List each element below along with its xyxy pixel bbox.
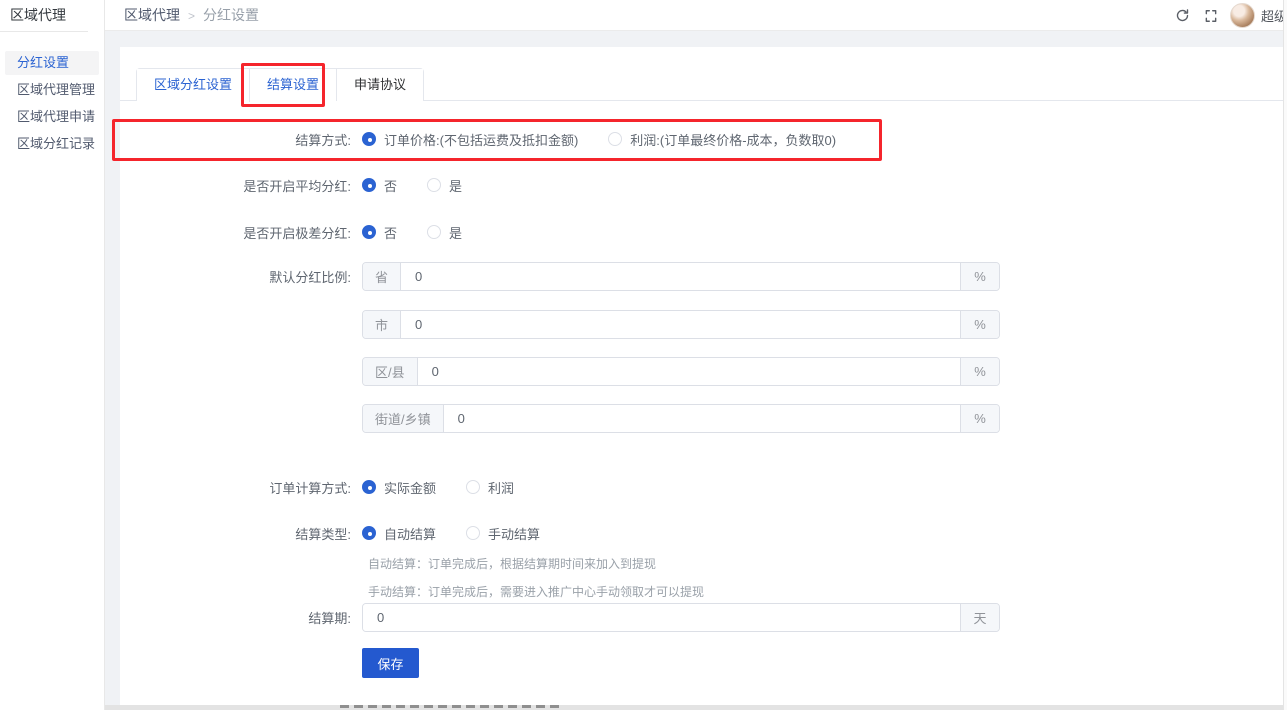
content-card: 区域分红设置 结算设置 申请协议 结算方式: 订单价格:(不包括运费及抵扣金额)… — [120, 47, 1287, 710]
day-suffix: 天 — [960, 604, 999, 631]
form-label: 结算期: — [120, 608, 362, 627]
sidebar-item-dividend-settings[interactable]: 分红设置 — [5, 51, 99, 75]
topbar-actions: 超级 — [1174, 0, 1287, 31]
page: 区域代理 分红设置 区域代理管理 区域代理申请 区域分红记录 区域代理 > 分红设置 — [0, 0, 1287, 710]
form-label: 订单计算方式: — [120, 478, 362, 497]
sidebar-item-agent-application[interactable]: 区域代理申请 — [5, 105, 99, 129]
radio-manual-settlement[interactable]: 手动结算 — [466, 524, 540, 543]
radio-auto-settlement[interactable]: 自动结算 — [362, 524, 436, 543]
input-group-province: 省 % — [362, 262, 1000, 291]
input-group-period: 天 — [362, 603, 1000, 632]
radio-icon[interactable] — [427, 225, 441, 239]
radio-label: 否 — [384, 223, 397, 242]
radio-icon[interactable] — [362, 178, 376, 192]
save-button[interactable]: 保存 — [362, 648, 419, 678]
form-label: 默认分红比例: — [120, 267, 362, 286]
helper-manual-settlement: 手动结算：订单完成后，需要进入推广中心手动领取才可以提现 — [368, 583, 704, 600]
tab-application-agreement[interactable]: 申请协议 — [336, 69, 423, 101]
input-prefix: 省 — [363, 263, 401, 290]
clipped-text-marks — [340, 705, 562, 708]
refresh-icon[interactable] — [1174, 7, 1192, 25]
radio-label: 利润:(订单最终价格-成本，负数取0) — [630, 130, 836, 149]
radio-icon[interactable] — [466, 480, 480, 494]
tab-settlement-settings[interactable]: 结算设置 — [249, 69, 336, 102]
settlement-period-input[interactable] — [363, 604, 960, 631]
form-label: 是否开启平均分红: — [120, 176, 362, 195]
radio-icon[interactable] — [362, 526, 376, 540]
form-row-settlement-type: 结算类型: 自动结算 手动结算 — [120, 519, 570, 547]
radio-label: 否 — [384, 176, 397, 195]
sidebar-item-agent-management[interactable]: 区域代理管理 — [5, 78, 99, 102]
sidebar-title: 区域代理 — [0, 0, 104, 31]
radio-icon[interactable] — [466, 526, 480, 540]
form-label: 结算方式: — [120, 130, 362, 149]
sidebar-menu: 分红设置 区域代理管理 区域代理申请 区域分红记录 — [0, 51, 104, 156]
breadcrumb: 区域代理 > 分红设置 — [124, 0, 259, 31]
input-group-street: 街道/乡镇 % — [362, 404, 1000, 433]
radio-label: 利润 — [488, 478, 514, 497]
percent-suffix: % — [960, 311, 999, 338]
radio-icon[interactable] — [608, 132, 622, 146]
district-ratio-input[interactable] — [418, 358, 960, 385]
percent-suffix: % — [960, 263, 999, 290]
form-row-ratio-district: 区/县 % — [120, 357, 1000, 386]
input-prefix: 市 — [363, 311, 401, 338]
clipped-footer-text — [105, 705, 1287, 710]
city-ratio-input[interactable] — [401, 311, 960, 338]
form-row-order-calc: 订单计算方式: 实际金额 利润 — [120, 473, 544, 501]
form-row-ratio-street: 街道/乡镇 % — [120, 404, 1000, 433]
percent-suffix: % — [960, 405, 999, 432]
breadcrumb-separator: > — [188, 9, 195, 23]
radio-icon[interactable] — [362, 480, 376, 494]
fullscreen-icon[interactable] — [1202, 7, 1220, 25]
input-prefix: 区/县 — [363, 358, 418, 385]
breadcrumb-parent[interactable]: 区域代理 — [124, 7, 180, 23]
vertical-scrollbar[interactable] — [1283, 0, 1287, 710]
radio-profit[interactable]: 利润:(订单最终价格-成本，负数取0) — [608, 130, 836, 149]
helper-auto-settlement: 自动结算：订单完成后，根据结算期时间来加入到提现 — [368, 555, 656, 572]
tab-bar: 区域分红设置 结算设置 申请协议 — [136, 68, 424, 101]
province-ratio-input[interactable] — [401, 263, 960, 290]
form-row-settlement-period: 结算期: 天 — [120, 603, 1000, 632]
input-group-city: 市 % — [362, 310, 1000, 339]
street-ratio-input[interactable] — [444, 405, 960, 432]
form-row-settlement-method: 结算方式: 订单价格:(不包括运费及抵扣金额) 利润:(订单最终价格-成本，负数… — [120, 125, 866, 153]
input-group-district: 区/县 % — [362, 357, 1000, 386]
radio-avg-yes[interactable]: 是 — [427, 176, 462, 195]
sidebar: 区域代理 分红设置 区域代理管理 区域代理申请 区域分红记录 — [0, 0, 105, 710]
radio-icon[interactable] — [427, 178, 441, 192]
form-label: 是否开启极差分红: — [120, 223, 362, 242]
percent-suffix: % — [960, 358, 999, 385]
form-row-range-dividend: 是否开启极差分红: 否 是 — [120, 218, 492, 246]
radio-label: 自动结算 — [384, 524, 436, 543]
topbar: 区域代理 > 分红设置 超级 — [105, 0, 1287, 31]
radio-label: 订单价格:(不包括运费及抵扣金额) — [384, 130, 578, 149]
form-row-ratio-province: 默认分红比例: 省 % — [120, 262, 1000, 291]
radio-range-no[interactable]: 否 — [362, 223, 397, 242]
radio-range-yes[interactable]: 是 — [427, 223, 462, 242]
divider — [0, 31, 88, 32]
radio-label: 是 — [449, 223, 462, 242]
form-row-avg-dividend: 是否开启平均分红: 否 是 — [120, 171, 492, 199]
radio-order-price[interactable]: 订单价格:(不包括运费及抵扣金额) — [362, 130, 578, 149]
radio-label: 手动结算 — [488, 524, 540, 543]
radio-label: 是 — [449, 176, 462, 195]
radio-icon[interactable] — [362, 132, 376, 146]
input-prefix: 街道/乡镇 — [363, 405, 444, 432]
user-avatar[interactable] — [1230, 3, 1255, 28]
radio-icon[interactable] — [362, 225, 376, 239]
form-label: 结算类型: — [120, 524, 362, 543]
radio-label: 实际金额 — [384, 478, 436, 497]
radio-order-profit[interactable]: 利润 — [466, 478, 514, 497]
sidebar-item-dividend-records[interactable]: 区域分红记录 — [5, 132, 99, 156]
radio-avg-no[interactable]: 否 — [362, 176, 397, 195]
tab-region-dividend-settings[interactable]: 区域分红设置 — [137, 69, 249, 101]
radio-actual-amount[interactable]: 实际金额 — [362, 478, 436, 497]
form-row-ratio-city: 市 % — [120, 310, 1000, 339]
breadcrumb-current: 分红设置 — [203, 7, 259, 23]
